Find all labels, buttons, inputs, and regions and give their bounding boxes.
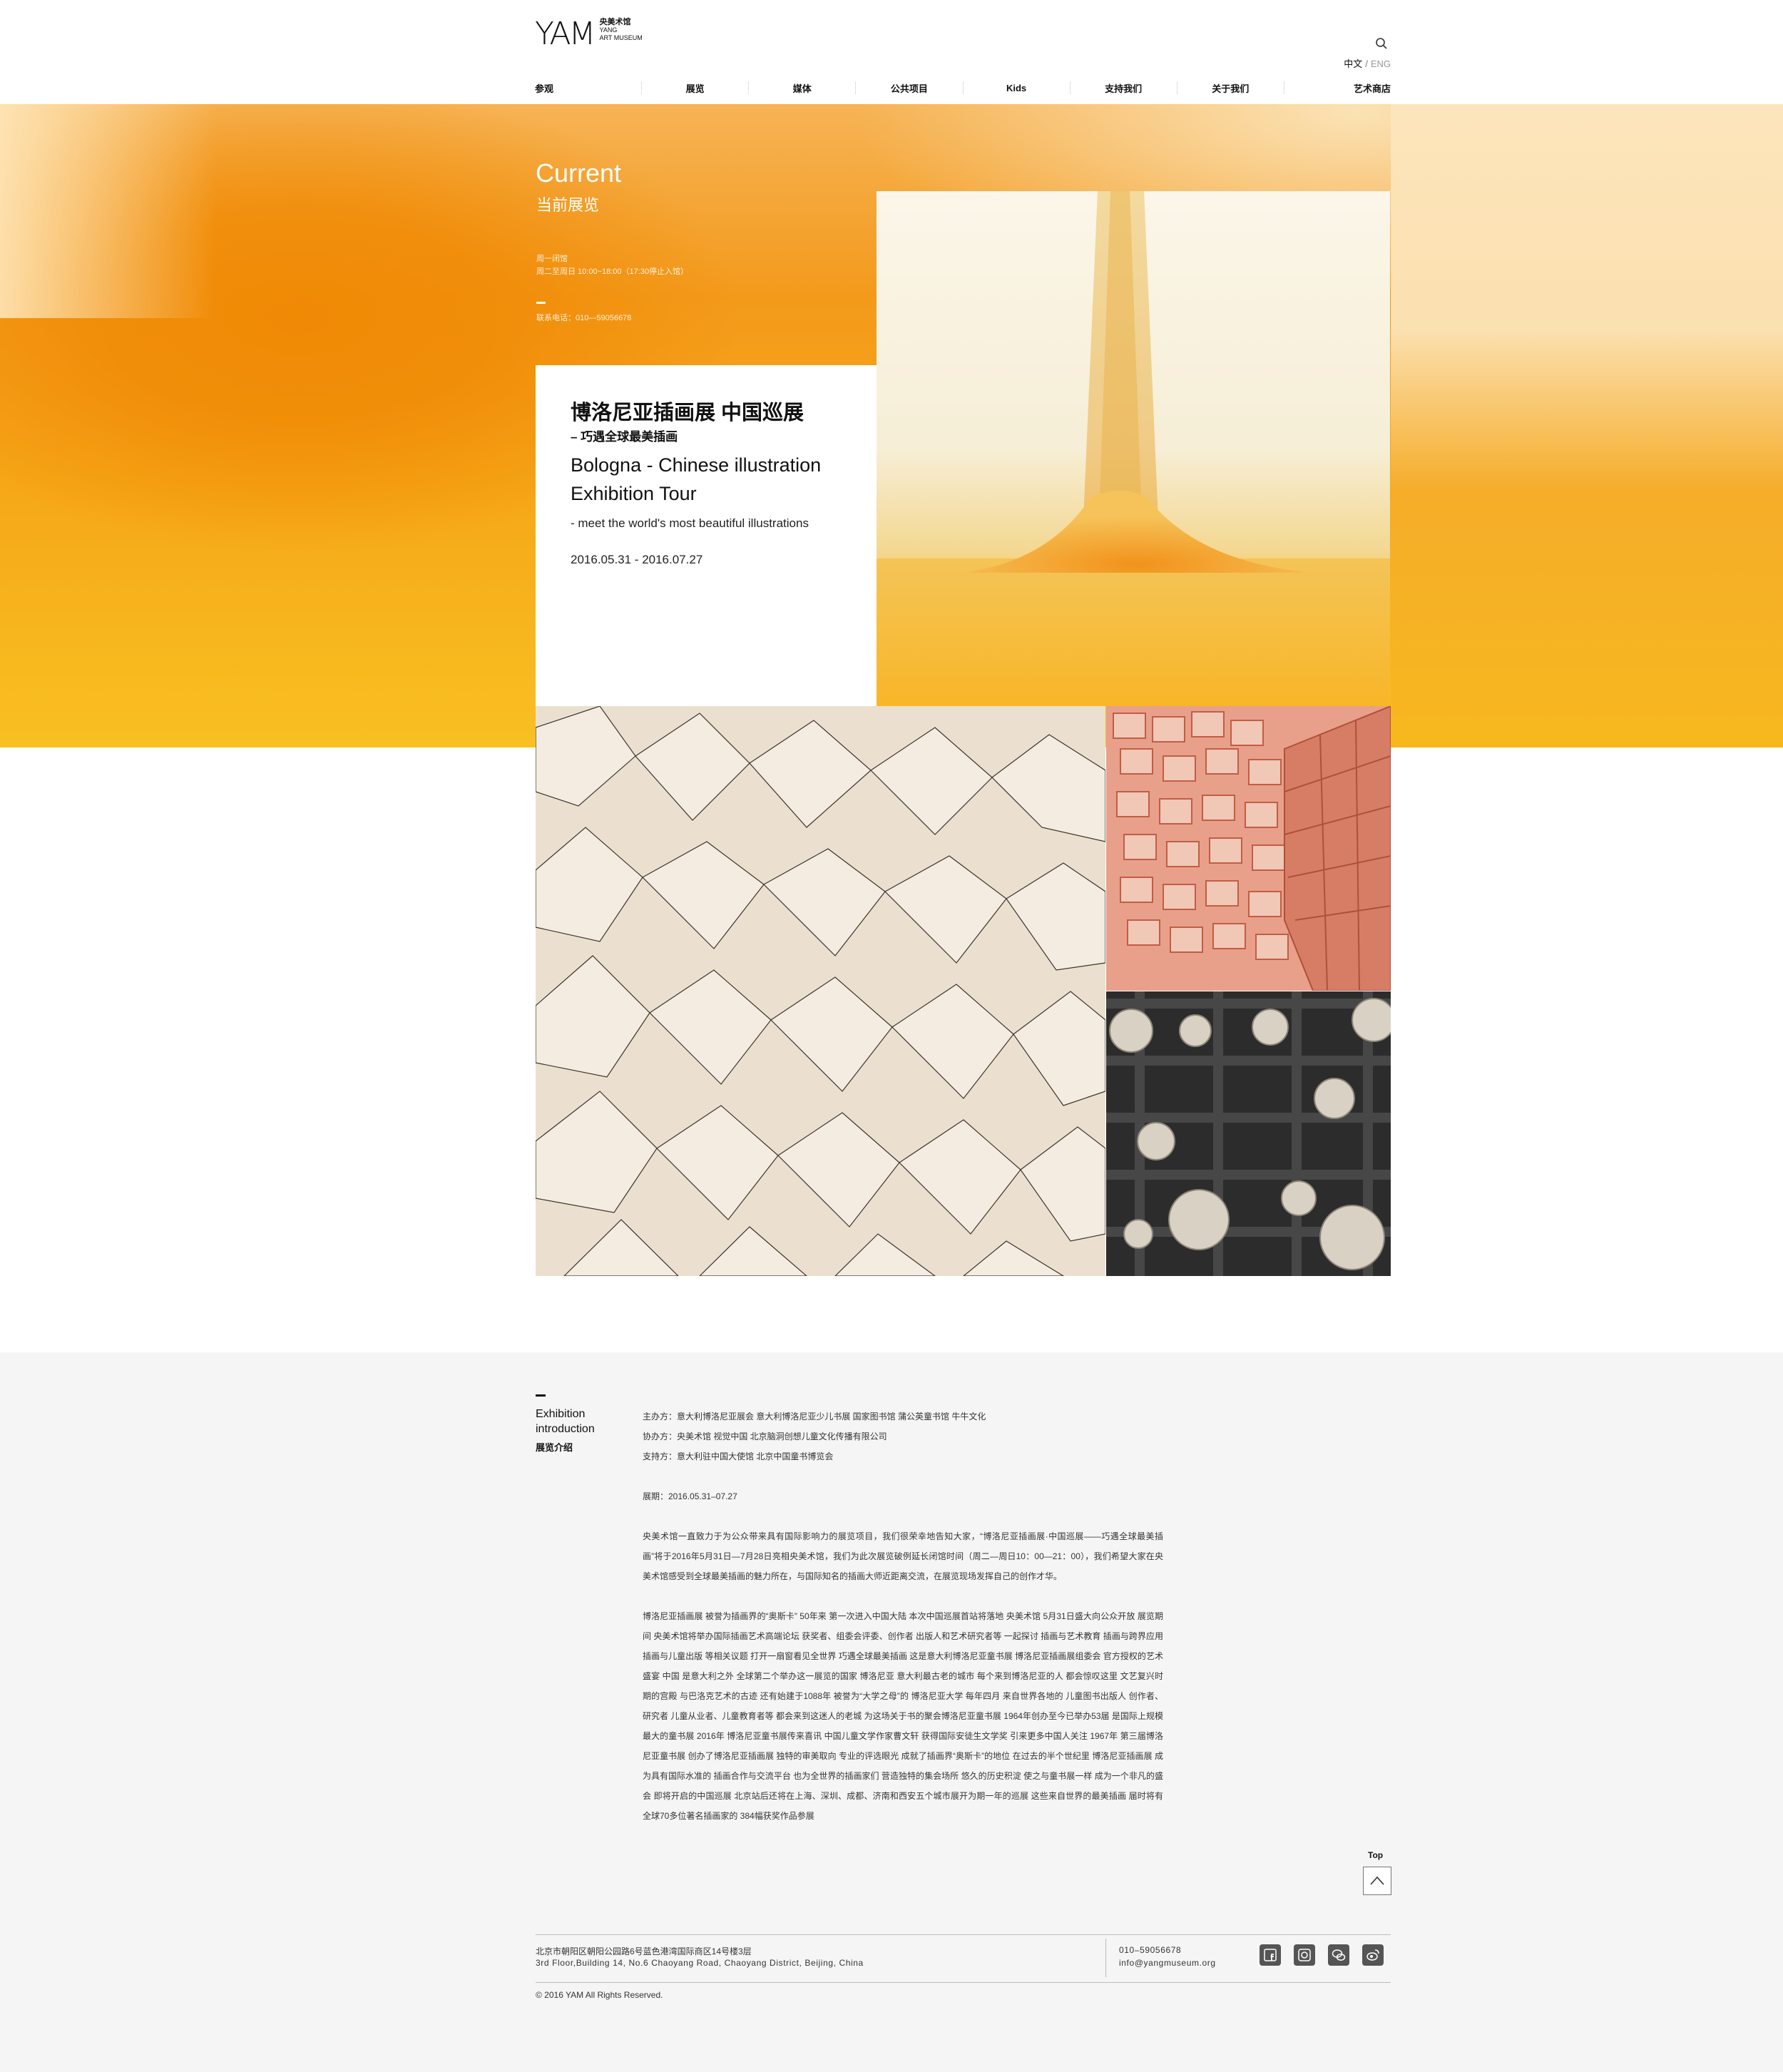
hero-glow xyxy=(0,104,542,318)
weibo-icon[interactable] xyxy=(1362,1944,1384,1966)
intro-paragraph: 博洛尼亚插画展 被誉为插画界的“奥斯卡” 50年来 第一次进入中国大陆 本次中国… xyxy=(643,1611,1163,1821)
intro-label-en-line1: Exhibition xyxy=(536,1408,586,1420)
exhibition-period: 展期：2016.05.31–07.27 xyxy=(643,1491,737,1501)
co-organizer: 协办方：央美术馆 视觉中国 北京脑洞创想儿童文化传播有限公司 xyxy=(643,1431,887,1441)
back-to-top-button[interactable] xyxy=(1363,1867,1391,1895)
exhibition-title-en-line2: Exhibition Tour xyxy=(571,483,697,504)
supporter: 支持方：意大利驻中国大使馆 北京中国童书博览会 xyxy=(643,1451,834,1461)
exhibition-image-sand xyxy=(877,191,1390,706)
nav-item-visit[interactable]: 参观 xyxy=(535,81,641,95)
paper-illustration xyxy=(536,706,1105,1276)
sand-illustration xyxy=(877,191,1390,706)
nav-item-support[interactable]: 支持我们 xyxy=(1071,81,1177,95)
hours-closed: 周一闭馆 xyxy=(536,255,568,263)
search-icon[interactable] xyxy=(1375,37,1388,50)
contact-phone: 联系电话：010—59056678 xyxy=(536,314,632,322)
logo[interactable]: YAM 央美术馆 YANG ART MUSEUM xyxy=(535,19,643,50)
footer-email[interactable]: info@yangmuseum.org xyxy=(1119,1958,1216,1968)
footer-address-cn: 北京市朝阳区朝阳公园路6号蓝色港湾国际商区14号楼3层 xyxy=(536,1946,752,1956)
organizer: 主办方：意大利博洛尼亚展会 意大利博洛尼亚少儿书展 国家图书馆 蒲公英童书馆 牛… xyxy=(643,1412,986,1422)
nav-item-about[interactable]: 关于我们 xyxy=(1177,81,1284,95)
footer-vertical-divider xyxy=(1105,1939,1106,1977)
exhibition-title-cn[interactable]: 博洛尼亚插画展 中国巡展 xyxy=(571,396,804,426)
logo-en-2: ART MUSEUM xyxy=(599,34,643,41)
exhibition-image-discs xyxy=(1106,991,1391,1276)
exhibition-subtitle-en: - meet the world's most beautiful illust… xyxy=(571,516,809,530)
facebook-icon[interactable] xyxy=(1260,1944,1281,1966)
logo-en-1: YANG xyxy=(599,26,618,34)
stack-illustration xyxy=(1106,706,1391,991)
intro-label-en-line2: introduction xyxy=(536,1423,595,1435)
main-nav: 参观 展览 媒体 公共项目 Kids 支持我们 关于我们 艺术商店 xyxy=(535,80,1391,96)
nav-item-public-programs[interactable]: 公共项目 xyxy=(856,81,962,95)
chevron-up-icon xyxy=(1370,1876,1384,1885)
language-switch: 中文 / ENG xyxy=(1344,56,1391,70)
nav-item-exhibitions[interactable]: 展览 xyxy=(642,81,748,95)
exhibition-title-en[interactable]: Bologna - Chinese illustration Exhibitio… xyxy=(571,451,870,508)
divider xyxy=(536,302,546,304)
intro-label-cn: 展览介绍 xyxy=(536,1442,573,1453)
intro-body: 主办方：意大利博洛尼亚展会 意大利博洛尼亚少儿书展 国家图书馆 蒲公英童书馆 牛… xyxy=(643,1407,1163,1826)
divider xyxy=(536,1394,546,1397)
hero-right-glow xyxy=(1391,104,1783,747)
exhibition-subtitle-cn: – 巧遇全球最美插画 xyxy=(571,430,678,444)
exhibition-image-paper xyxy=(536,706,1105,1276)
logo-text: 央美术馆 YANG ART MUSEUM xyxy=(600,19,643,42)
section-title: Current xyxy=(536,158,622,188)
lang-cn[interactable]: 中文 xyxy=(1344,58,1362,69)
discs-illustration xyxy=(1106,991,1391,1276)
nav-item-art-shop[interactable]: 艺术商店 xyxy=(1284,81,1391,95)
logo-cn: 央美术馆 xyxy=(599,18,631,26)
intro-label-en: Exhibition introduction xyxy=(536,1407,595,1436)
lang-sep: / xyxy=(1365,58,1368,69)
nav-item-media[interactable]: 媒体 xyxy=(749,81,855,95)
footer-address-en: 3rd Floor,Building 14, No.6 Chaoyang Roa… xyxy=(536,1958,864,1968)
section-title-cn: 当前展览 xyxy=(536,196,600,214)
exhibition-image-stack xyxy=(1106,706,1391,991)
footer-divider xyxy=(536,1934,1391,1935)
wechat-icon[interactable] xyxy=(1328,1944,1349,1966)
lang-eng[interactable]: ENG xyxy=(1371,58,1391,69)
back-to-top-label: Top xyxy=(1368,1850,1384,1860)
hours-open: 周二至周日 10:00~18:00（17:30停止入馆） xyxy=(536,267,689,276)
footer-phone[interactable]: 010–59056678 xyxy=(1119,1945,1181,1955)
exhibition-title-en-line1: Bologna - Chinese illustration xyxy=(571,454,822,476)
exhibition-dates: 2016.05.31 - 2016.07.27 xyxy=(571,553,703,566)
copyright: © 2016 YAM All Rights Reserved. xyxy=(536,1990,663,2000)
opening-hours: 周一闭馆 周二至周日 10:00~18:00（17:30停止入馆） xyxy=(536,252,688,278)
instagram-icon[interactable] xyxy=(1294,1944,1315,1966)
intro-paragraph: 央美术馆一直致力于为公众带来具有国际影响力的展览项目，我们很荣幸地告知大家，“博… xyxy=(643,1531,1163,1581)
nav-item-kids[interactable]: Kids xyxy=(964,83,1070,93)
footer-divider xyxy=(536,1982,1391,1983)
logo-mark: YAM xyxy=(535,16,596,52)
